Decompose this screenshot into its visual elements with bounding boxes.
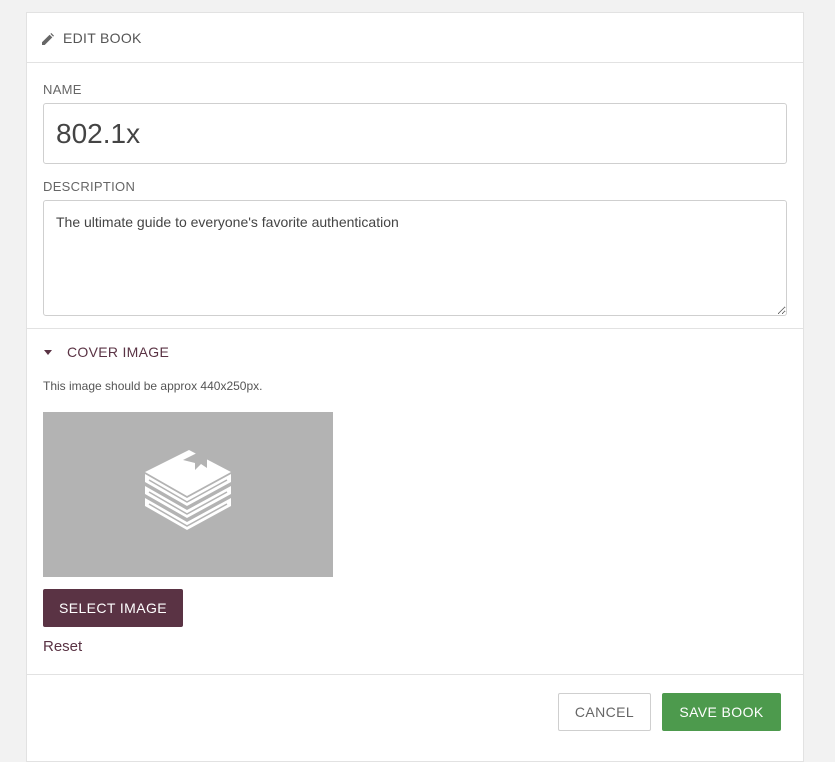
card-title: EDIT BOOK <box>63 29 142 46</box>
pencil-icon <box>42 32 54 45</box>
card-header: EDIT BOOK <box>27 13 803 63</box>
select-image-button[interactable]: SELECT IMAGE <box>43 589 183 627</box>
name-input[interactable] <box>43 103 787 164</box>
book-stack-icon <box>143 450 233 539</box>
name-label: NAME <box>43 82 82 97</box>
cover-image-hint: This image should be approx 440x250px. <box>43 379 263 393</box>
form-footer: CANCEL SAVE BOOK <box>27 675 803 731</box>
cover-image-placeholder <box>43 412 333 577</box>
cover-image-section: COVER IMAGE This image should be approx … <box>27 344 803 656</box>
edit-book-card: EDIT BOOK NAME DESCRIPTION The ultimate … <box>26 12 804 762</box>
description-label: DESCRIPTION <box>43 179 136 194</box>
cancel-button[interactable]: CANCEL <box>558 693 651 731</box>
caret-down-icon <box>44 349 52 355</box>
cover-image-title: COVER IMAGE <box>67 344 170 360</box>
cover-image-toggle[interactable]: COVER IMAGE <box>43 344 169 360</box>
reset-link[interactable]: Reset <box>43 638 82 655</box>
save-book-button[interactable]: SAVE BOOK <box>662 693 781 731</box>
section-divider <box>27 328 803 329</box>
form-body: NAME DESCRIPTION The ultimate guide to e… <box>27 82 803 316</box>
description-textarea[interactable]: The ultimate guide to everyone's favorit… <box>43 200 787 316</box>
